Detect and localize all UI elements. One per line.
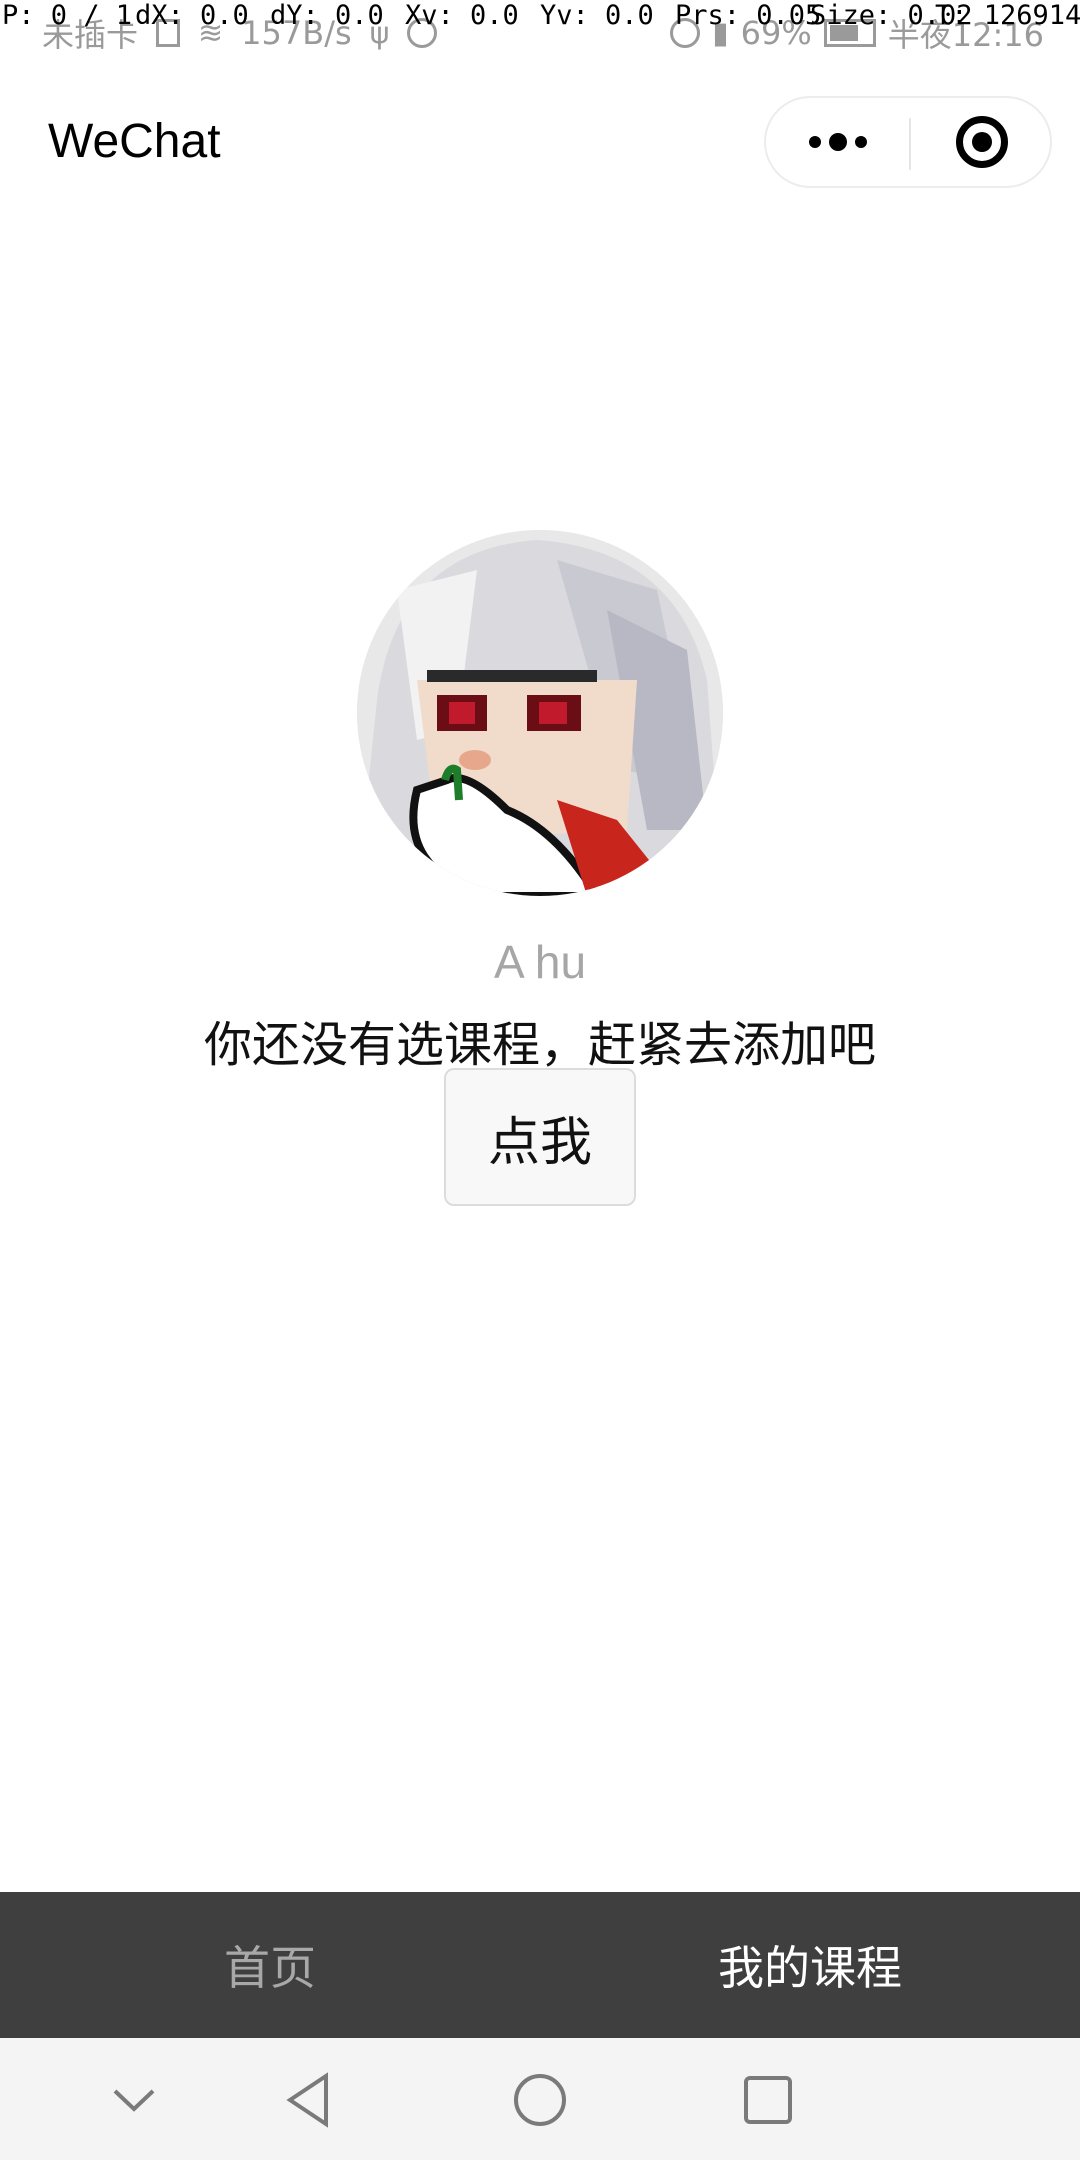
nav-home-button[interactable]	[498, 2058, 582, 2142]
more-dots-icon	[808, 133, 867, 151]
overlay-dx: dX: 0.0	[135, 0, 249, 31]
system-nav-bar	[0, 2038, 1080, 2160]
chevron-down-icon	[113, 2089, 155, 2112]
nav-recents-button[interactable]	[726, 2058, 810, 2142]
overlay-p: P: 0 / 1	[2, 0, 133, 31]
nav-hide-button[interactable]	[92, 2058, 176, 2142]
page-title: WeChat	[48, 115, 221, 168]
more-button[interactable]	[766, 98, 909, 186]
overlay-yv: Yv: 0.0	[540, 0, 654, 31]
tab-home[interactable]: 首页	[0, 1892, 540, 2038]
close-mini-program-button[interactable]	[911, 98, 1052, 186]
avatar	[357, 530, 723, 896]
recents-square-icon	[744, 2076, 792, 2124]
pointer-location-overlay: P: 0 / 1 dX: 0.0 dY: 0.0 Xv: 0.0 Yv: 0.0…	[0, 0, 1080, 38]
close-target-icon	[955, 116, 1008, 168]
overlay-dy: dY: 0.0	[270, 0, 384, 31]
menu-capsule	[764, 96, 1052, 188]
tab-bar: 首页 我的课程	[0, 1892, 1080, 2038]
nav-back-button[interactable]	[268, 2058, 352, 2142]
tab-my-courses[interactable]: 我的课程	[540, 1892, 1080, 2038]
overlay-prs: Prs: 0.05	[675, 0, 822, 31]
back-triangle-icon	[286, 2072, 328, 2128]
home-circle-icon	[514, 2074, 566, 2126]
empty-courses-message: 你还没有选课程，赶紧去添加吧	[203, 1017, 876, 1073]
avatar-image	[357, 530, 723, 896]
username: A hu	[493, 936, 587, 988]
mini-program-header: WeChat	[0, 64, 1080, 224]
overlay-t: T: 126914	[935, 0, 1080, 31]
overlay-xv: Xv: 0.0	[405, 0, 519, 31]
click-me-button[interactable]: 点我	[444, 1068, 636, 1206]
